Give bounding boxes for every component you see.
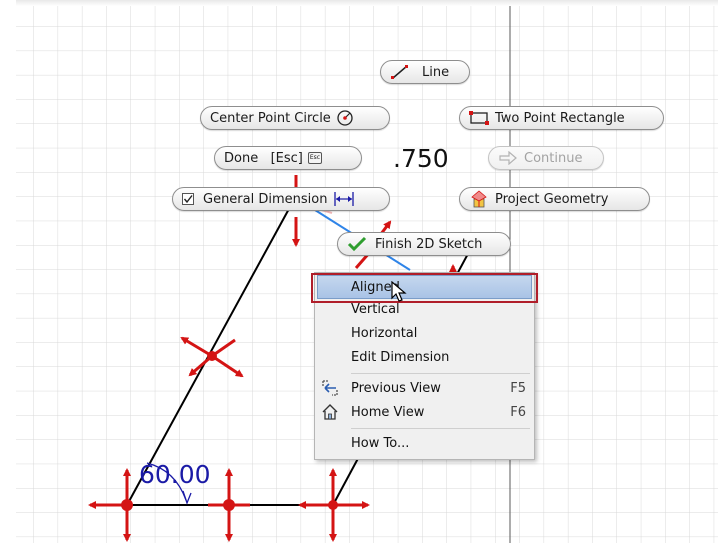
checkbox-icon — [182, 192, 195, 206]
line-button[interactable]: Line — [380, 60, 470, 84]
checkmark-icon — [347, 236, 367, 252]
center-circle-label: Center Point Circle — [210, 110, 331, 126]
line-label: Line — [422, 64, 450, 80]
dimension-icon — [333, 191, 355, 207]
menu-item-edit-dimension[interactable]: Edit Dimension — [351, 348, 449, 368]
project-geometry-icon — [469, 189, 489, 209]
previous-view-shortcut: F5 — [510, 381, 526, 396]
continue-label: Continue — [524, 150, 583, 166]
menu-item-vertical[interactable]: Vertical — [351, 300, 400, 320]
finish-2d-sketch-button[interactable]: Finish 2D Sketch — [337, 232, 511, 256]
done-label: Done [Esc] — [224, 150, 303, 166]
two-point-rectangle-button[interactable]: Two Point Rectangle — [459, 106, 664, 130]
home-view-icon — [322, 404, 338, 420]
menu-item-home-view[interactable]: Home View — [351, 403, 424, 423]
done-button[interactable]: Done [Esc] Esc — [214, 146, 362, 170]
mouse-cursor-icon — [391, 281, 407, 302]
center-point-circle-button[interactable]: Center Point Circle — [200, 106, 390, 130]
menu-item-previous-view[interactable]: Previous View — [351, 379, 441, 399]
linear-dimension-value[interactable]: .750 — [393, 144, 449, 173]
callout-highlight-box — [311, 273, 538, 303]
angle-dimension-value[interactable]: 60.00 — [139, 460, 211, 489]
line-icon — [390, 64, 410, 80]
previous-view-icon — [322, 380, 338, 396]
general-dimension-label: General Dimension — [203, 191, 328, 207]
menu-item-horizontal[interactable]: Horizontal — [351, 324, 417, 344]
window-frame-right — [718, 0, 726, 545]
menu-separator — [351, 373, 530, 374]
circle-icon — [336, 109, 354, 127]
menu-item-how-to[interactable]: How To... — [351, 434, 409, 454]
menu-separator — [351, 428, 530, 429]
window-frame-top — [0, 0, 726, 6]
general-dimension-button[interactable]: General Dimension — [172, 187, 390, 211]
rectangle-icon — [469, 111, 489, 125]
finish-sketch-label: Finish 2D Sketch — [375, 236, 483, 252]
window-frame-left — [0, 0, 16, 545]
project-geometry-button[interactable]: Project Geometry — [459, 187, 650, 211]
project-geometry-label: Project Geometry — [495, 191, 609, 207]
rectangle-label: Two Point Rectangle — [495, 110, 625, 126]
continue-button[interactable]: Continue — [488, 146, 604, 170]
esc-key-icon: Esc — [307, 152, 323, 164]
home-view-shortcut: F6 — [510, 405, 526, 420]
continue-arrow-icon — [498, 151, 518, 165]
